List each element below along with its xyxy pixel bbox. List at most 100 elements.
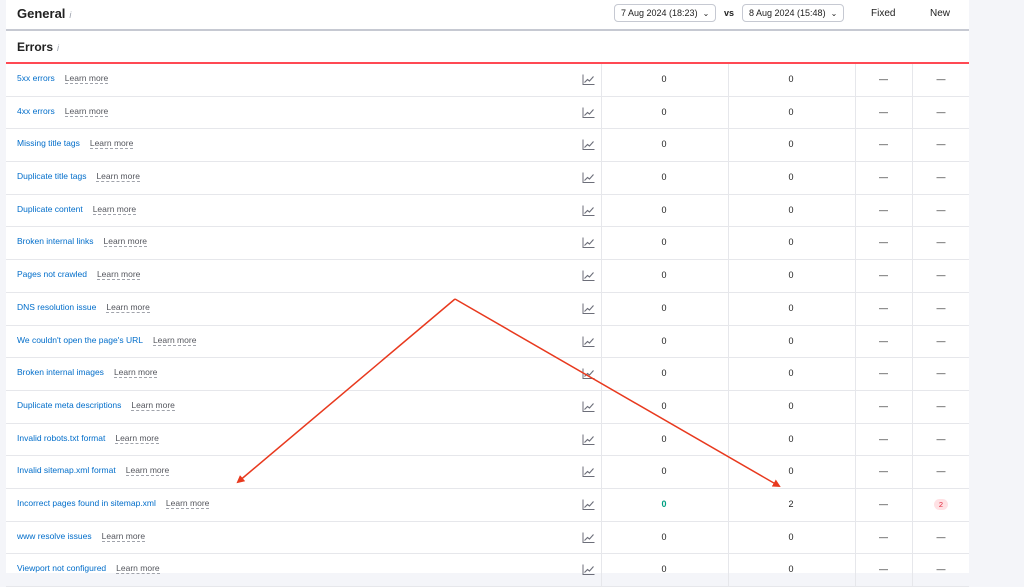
count-right[interactable]: 0: [729, 368, 853, 378]
count-right[interactable]: 0: [729, 237, 853, 247]
count-new: —: [936, 368, 946, 379]
count-left[interactable]: 0: [602, 74, 726, 84]
issue-link[interactable]: Invalid sitemap.xml format Learn more: [17, 465, 170, 477]
count-new[interactable]: 2: [913, 498, 969, 510]
count-new: —: [936, 74, 946, 84]
learn-more-link[interactable]: Learn more: [64, 105, 109, 117]
count-right[interactable]: 0: [729, 466, 853, 476]
count-fixed: —: [879, 466, 888, 477]
count-left[interactable]: 0: [602, 303, 726, 313]
issue-link[interactable]: Duplicate meta descriptions Learn more: [17, 399, 175, 411]
trend-chart-icon[interactable]: [582, 139, 595, 151]
count-fixed: —: [879, 498, 888, 509]
issue-link[interactable]: 5xx errors Learn more: [17, 73, 109, 84]
count-fixed: —: [879, 302, 888, 313]
trend-chart-icon[interactable]: [582, 532, 595, 543]
count-right[interactable]: 0: [729, 107, 853, 117]
issue-link[interactable]: Viewport not configured Learn more: [17, 563, 160, 575]
count-left[interactable]: 0: [602, 237, 726, 247]
count-left[interactable]: 0: [602, 466, 726, 476]
count-left[interactable]: 0: [602, 270, 726, 280]
count-right[interactable]: 0: [729, 74, 853, 84]
count-left[interactable]: 0: [602, 368, 726, 378]
count-fixed: —: [879, 74, 888, 84]
table-row: 4xx errors Learn more 0 0 — —: [6, 96, 969, 130]
trend-chart-icon[interactable]: [582, 303, 595, 314]
issues-panel: General i 7 Aug 2024 (18:23) ⌄ vs 8 Aug 20…: [6, 0, 969, 587]
count-new: —: [936, 237, 946, 248]
count-left[interactable]: 0: [602, 499, 726, 509]
issue-link[interactable]: Pages not crawled Learn more: [17, 269, 141, 281]
issue-link[interactable]: Incorrect pages found in sitemap.xml Lear…: [17, 497, 210, 509]
trend-chart-icon[interactable]: [582, 74, 595, 85]
issue-link[interactable]: Invalid robots.txt format Learn more: [17, 432, 159, 444]
issue-link[interactable]: 4xx errors Learn more: [17, 105, 109, 117]
learn-more-link[interactable]: Learn more: [131, 399, 175, 411]
issues-table: 5xx errors Learn more 0 0— —4xx errors Learn …: [6, 64, 969, 587]
trend-chart-icon[interactable]: [582, 336, 595, 347]
count-right[interactable]: 0: [729, 270, 853, 280]
issue-link[interactable]: We couldn't open the page's URL Learn mor…: [17, 334, 197, 346]
count-right[interactable]: 0: [729, 401, 853, 411]
count-left[interactable]: 0: [602, 532, 726, 542]
learn-more-link[interactable]: Learn more: [165, 497, 210, 509]
learn-more-link[interactable]: Learn more: [152, 334, 197, 346]
trend-chart-icon[interactable]: [582, 107, 595, 118]
learn-more-link[interactable]: Learn more: [103, 236, 148, 248]
count-right[interactable]: 2: [729, 499, 853, 509]
count-left[interactable]: 0: [602, 139, 726, 149]
table-row: Duplicate content Learn more 0 0 — —: [6, 194, 969, 228]
errors-section-header: Errors i: [6, 31, 969, 64]
issue-link[interactable]: DNS resolution issue Learn more: [17, 301, 150, 313]
table-row: Duplicate meta descriptions Learn more 0 0 —…: [6, 390, 969, 424]
issue-link[interactable]: Duplicate title tags Learn more: [17, 171, 140, 183]
learn-more-link[interactable]: Learn more: [106, 301, 150, 313]
new-count-badge[interactable]: 2: [933, 498, 949, 510]
table-row: Missing title tags Learn more 0 0 — —: [6, 129, 969, 163]
issue-link[interactable]: www resolve issues Learn more: [17, 530, 146, 542]
count-left[interactable]: 0: [602, 401, 726, 411]
count-right[interactable]: 0: [729, 205, 853, 215]
learn-more-link[interactable]: Learn more: [96, 269, 141, 281]
info-icon[interactable]: i: [69, 10, 71, 20]
trend-chart-icon[interactable]: [582, 172, 595, 184]
trend-chart-icon[interactable]: [582, 270, 595, 282]
trend-chart-icon[interactable]: [582, 434, 595, 445]
count-fixed: —: [879, 400, 888, 411]
issue-link[interactable]: Missing title tags Learn more: [17, 138, 134, 150]
count-right[interactable]: 0: [729, 434, 853, 444]
issue-link[interactable]: Broken internal links Learn more: [17, 236, 148, 248]
count-left[interactable]: 0: [602, 336, 726, 346]
count-right[interactable]: 0: [729, 532, 853, 542]
learn-more-link[interactable]: Learn more: [64, 73, 109, 84]
trend-chart-icon[interactable]: [582, 205, 595, 216]
date-select-left[interactable]: 7 Aug 2024 (18:23) ⌄: [614, 4, 717, 22]
learn-more-link[interactable]: Learn more: [96, 171, 140, 183]
issue-link[interactable]: Broken internal images Learn more: [17, 367, 158, 379]
trend-chart-icon[interactable]: [582, 466, 595, 478]
trend-chart-icon[interactable]: [582, 237, 595, 249]
learn-more-link[interactable]: Learn more: [89, 138, 134, 150]
count-left[interactable]: 0: [602, 205, 726, 215]
info-icon[interactable]: i: [57, 43, 59, 53]
count-right[interactable]: 0: [729, 139, 853, 149]
count-right[interactable]: 0: [729, 172, 853, 182]
date-select-right[interactable]: 8 Aug 2024 (15:48) ⌄: [742, 4, 845, 22]
count-fixed: —: [879, 139, 888, 150]
trend-chart-icon[interactable]: [582, 564, 595, 576]
count-left[interactable]: 0: [602, 172, 726, 182]
count-right[interactable]: 0: [729, 336, 853, 346]
learn-more-link[interactable]: Learn more: [115, 432, 159, 444]
trend-chart-icon[interactable]: [582, 499, 595, 510]
table-row: We couldn't open the page's URL Learn mor…: [6, 325, 969, 359]
learn-more-link[interactable]: Learn more: [113, 367, 158, 379]
issue-link[interactable]: Duplicate content Learn more: [17, 203, 137, 215]
count-left[interactable]: 0: [602, 434, 726, 444]
count-right[interactable]: 0: [729, 303, 853, 313]
learn-more-link[interactable]: Learn more: [125, 465, 170, 477]
learn-more-link[interactable]: Learn more: [92, 203, 137, 215]
count-left[interactable]: 0: [602, 107, 726, 117]
trend-chart-icon[interactable]: [582, 401, 595, 412]
learn-more-link[interactable]: Learn more: [101, 530, 146, 542]
trend-chart-icon[interactable]: [582, 368, 595, 380]
